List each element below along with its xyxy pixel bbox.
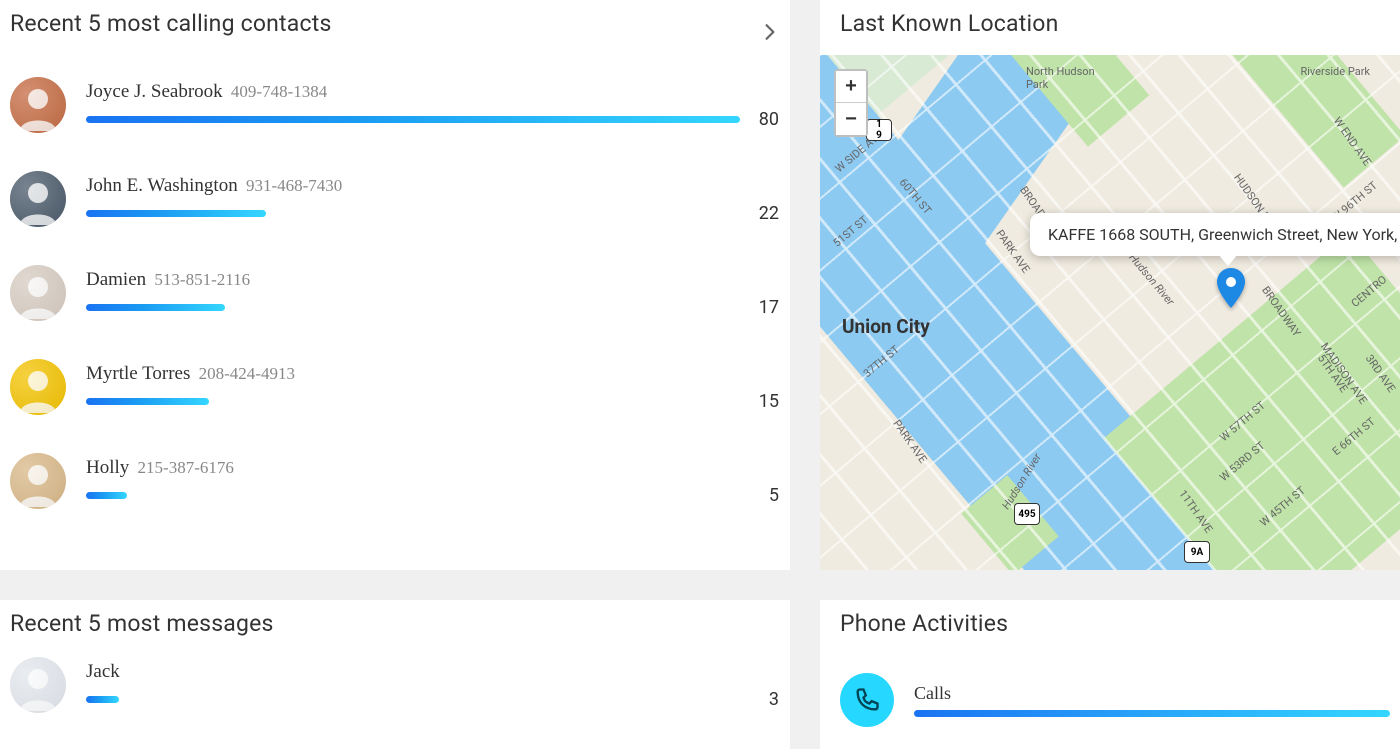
map-park-label: Riverside Park [1300,65,1370,78]
map-city-label: Union City [842,315,930,338]
contacts-panel: Recent 5 most calling contacts Joyce J. … [0,0,790,570]
zoom-out-button[interactable]: − [836,103,866,135]
bar-count: 5 [750,485,780,506]
messages-list: Jack 3 [10,657,780,713]
contact-name: Joyce J. Seabrook [86,81,223,102]
activities-panel: Phone Activities Calls [820,600,1400,749]
bar-track [86,492,740,499]
avatar[interactable] [10,359,66,415]
bar-fill [86,116,740,123]
map-popup[interactable]: KAFFE 1668 SOUTH, Greenwich Street, New … [1030,213,1400,256]
map-zoom-controls: + − [834,69,868,137]
contact-row[interactable]: Holly 215-387-6176 5 [10,453,780,509]
contact-row[interactable]: Myrtle Torres 208-424-4913 15 [10,359,780,415]
bar-track [86,304,740,311]
location-panel: Last Known Location Union City North Hud… [820,0,1400,570]
phone-icon [840,673,894,727]
contact-name: Jack [86,661,120,682]
activity-bar [914,710,1390,717]
messages-panel-title: Recent 5 most messages [10,610,780,637]
contact-name: Myrtle Torres [86,363,190,384]
contact-phone: 513-851-2116 [150,270,250,289]
bar-track [86,696,740,703]
bar-count: 15 [750,391,780,412]
contact-phone: 409-748-1384 [227,82,328,101]
bar-fill [86,398,209,405]
contact-phone: 208-424-4913 [194,364,295,383]
activity-row[interactable]: Calls [840,673,1390,727]
avatar[interactable] [10,453,66,509]
route-badge: 495 [1014,503,1040,525]
map[interactable]: Union City North HudsonPark Riverside Pa… [820,55,1400,570]
messages-panel: Recent 5 most messages Jack 3 [0,600,790,749]
bar-count: 80 [750,109,780,130]
activities-panel-title: Phone Activities [840,610,1390,637]
contact-name: John E. Washington [86,175,238,196]
avatar[interactable] [10,77,66,133]
avatar[interactable] [10,171,66,227]
contact-name: Damien [86,269,146,290]
bar-fill [86,210,266,217]
route-badge: 9A [1184,541,1210,563]
chevron-right-icon[interactable] [764,22,780,46]
bar-track [86,398,740,405]
zoom-in-button[interactable]: + [836,71,866,103]
bar-count: 22 [750,203,780,224]
bar-fill [86,696,119,703]
contact-name: Holly [86,457,129,478]
bar-track [86,116,740,123]
contacts-list: Joyce J. Seabrook 409-748-1384 80 John E. … [10,77,780,509]
activities-list: Calls [840,673,1390,727]
location-panel-title: Last Known Location [820,10,1400,37]
contact-row[interactable]: John E. Washington 931-468-7430 22 [10,171,780,227]
map-pin-icon[interactable] [1216,268,1246,308]
bar-fill [86,492,127,499]
bar-fill [86,304,225,311]
contact-phone: 931-468-7430 [242,176,343,195]
contacts-panel-title: Recent 5 most calling contacts [10,10,332,37]
avatar[interactable] [10,657,66,713]
avatar[interactable] [10,265,66,321]
map-park-label: North HudsonPark [1026,65,1095,91]
bar-count: 17 [750,297,780,318]
route-badge: 19 [866,119,892,141]
map-popup-address: KAFFE 1668 SOUTH, Greenwich Street, New … [1048,225,1400,244]
contact-phone: 215-387-6176 [133,458,234,477]
activity-label: Calls [914,683,1390,704]
contact-row[interactable]: Jack 3 [10,657,780,713]
contact-row[interactable]: Joyce J. Seabrook 409-748-1384 80 [10,77,780,133]
contact-row[interactable]: Damien 513-851-2116 17 [10,265,780,321]
bar-track [86,210,740,217]
bar-count: 3 [750,689,780,710]
